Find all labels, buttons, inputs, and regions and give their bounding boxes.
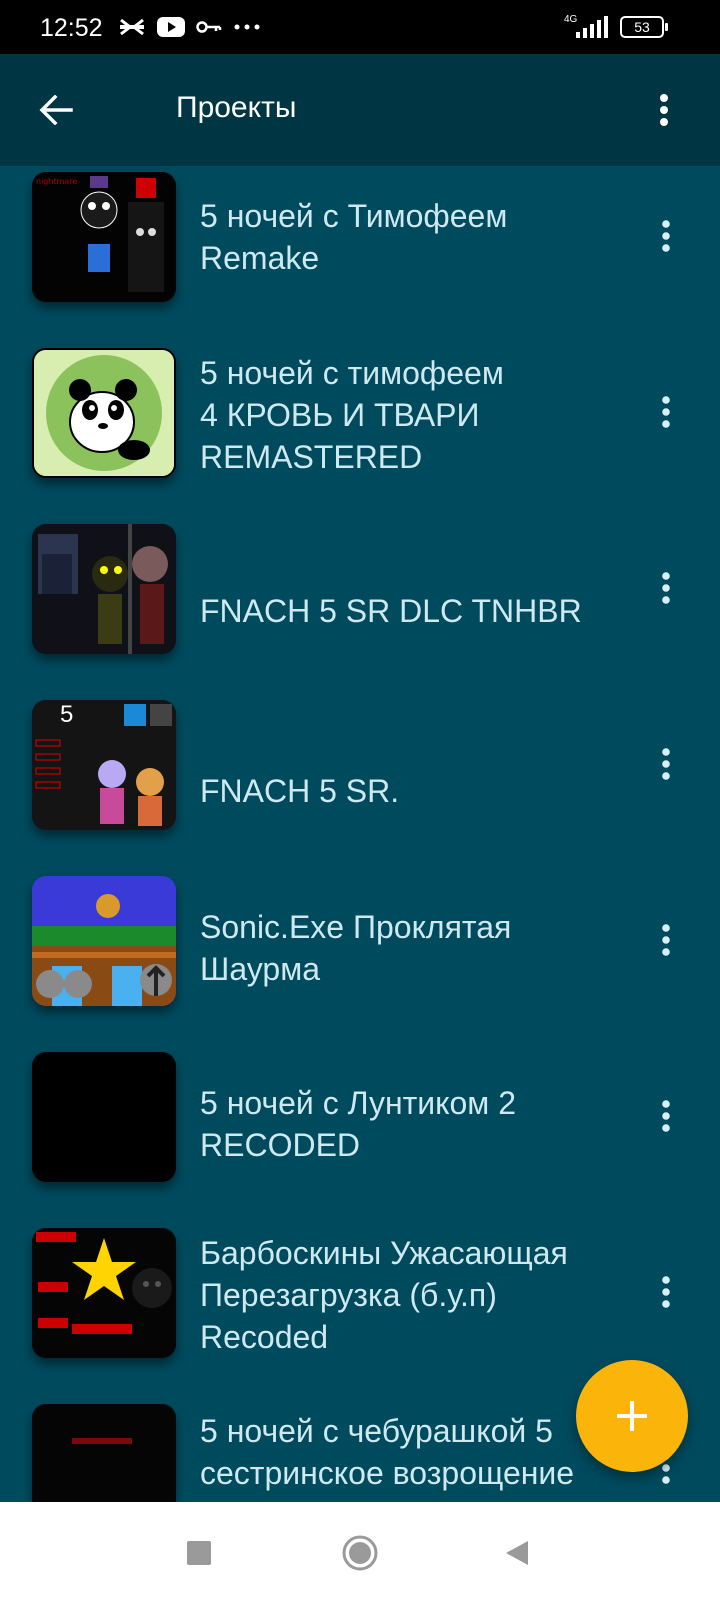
list-item[interactable]: 5 ночей с Лунтиком 2 RECODED [0, 1052, 720, 1246]
project-title: Sonic.Exe Проклятая Шаурма [200, 909, 512, 987]
animatronics-office-thumbnail [32, 524, 176, 654]
list-item[interactable]: 5 ночей с тимофеем 4 КРОВЬ И ТВАРИ REMAS… [0, 346, 720, 526]
more-vertical-icon [662, 924, 670, 956]
project-title: FNACH 5 SR. [200, 773, 400, 809]
signal-icon: 4G [564, 14, 608, 38]
more-notifications-icon [234, 24, 260, 30]
project-menu-button[interactable] [646, 1262, 686, 1322]
project-title: 5 ночей с Тимофеем Remake [200, 198, 508, 276]
add-project-button[interactable] [576, 1360, 688, 1472]
youtube-icon [157, 17, 185, 37]
project-title: 5 ночей с чебурашкой 5 сестринское возро… [200, 1413, 575, 1491]
sonic-level-thumbnail [32, 876, 176, 1006]
capcut-icon [120, 18, 144, 36]
more-vertical-icon [662, 396, 670, 428]
home-button[interactable] [335, 1528, 385, 1578]
list-item[interactable]: nightmare 5 ночей с Тимофеем Remake [0, 166, 720, 346]
battery-icon: 53 [620, 16, 668, 38]
black-thumbnail [32, 1052, 176, 1182]
more-vertical-icon [660, 94, 668, 126]
svg-text:nightmare: nightmare [36, 177, 77, 186]
back-triangle-icon [506, 1541, 528, 1565]
battery-level: 53 [634, 19, 650, 35]
star-menu-thumbnail [32, 1228, 176, 1358]
project-menu-button[interactable] [646, 910, 686, 970]
fnach-menu-thumbnail: 5 [32, 700, 176, 830]
navigation-bar [0, 1502, 720, 1600]
recents-button[interactable] [174, 1528, 224, 1578]
more-vertical-icon [662, 1276, 670, 1308]
more-vertical-icon [662, 220, 670, 252]
list-item[interactable]: 5 FNACH 5 SR. [0, 700, 720, 886]
key-icon [196, 21, 222, 33]
overflow-menu-button[interactable] [636, 82, 692, 138]
project-title: 5 ночей с тимофеем 4 КРОВЬ И ТВАРИ REMAS… [200, 355, 504, 475]
project-menu-button[interactable] [646, 734, 686, 794]
back-button[interactable] [28, 82, 84, 138]
project-title: Барбоскины Ужасающая Перезагрузка (б.у.п… [200, 1235, 568, 1355]
project-menu-button[interactable] [646, 206, 686, 266]
project-title: 5 ночей с Лунтиком 2 RECODED [200, 1085, 516, 1163]
dark-red-thumbnail [32, 1404, 176, 1502]
status-bar: 12:52 4G 53 [0, 0, 720, 54]
system-back-button[interactable] [492, 1528, 542, 1578]
list-item[interactable]: FNACH 5 SR DLC TNHBR [0, 524, 720, 706]
svg-text:5: 5 [60, 701, 73, 728]
notification-icons [118, 12, 262, 42]
recents-square-icon [187, 1541, 211, 1565]
project-list[interactable]: nightmare 5 ночей с Тимофеем Remake 5 но… [0, 166, 720, 1502]
project-menu-button[interactable] [646, 1086, 686, 1146]
page-title: Проекты [176, 91, 297, 124]
app-bar: Проекты [0, 54, 720, 166]
system-status: 4G 53 [564, 12, 668, 42]
network-type: 4G [564, 14, 578, 25]
more-vertical-icon [662, 1100, 670, 1132]
dark-characters-thumbnail: nightmare [32, 172, 176, 302]
project-title: FNACH 5 SR DLC TNHBR [200, 593, 582, 629]
project-menu-button[interactable] [646, 558, 686, 618]
home-circle-icon [342, 1535, 378, 1571]
project-menu-button[interactable] [646, 382, 686, 442]
plus-icon [617, 1401, 647, 1431]
more-vertical-icon [662, 572, 670, 604]
list-item[interactable]: Sonic.Exe Проклятая Шаурма [0, 876, 720, 1066]
more-vertical-icon [662, 748, 670, 780]
panda-thumbnail [32, 348, 176, 478]
status-time: 12:52 [40, 14, 103, 42]
arrow-left-icon [39, 95, 73, 125]
